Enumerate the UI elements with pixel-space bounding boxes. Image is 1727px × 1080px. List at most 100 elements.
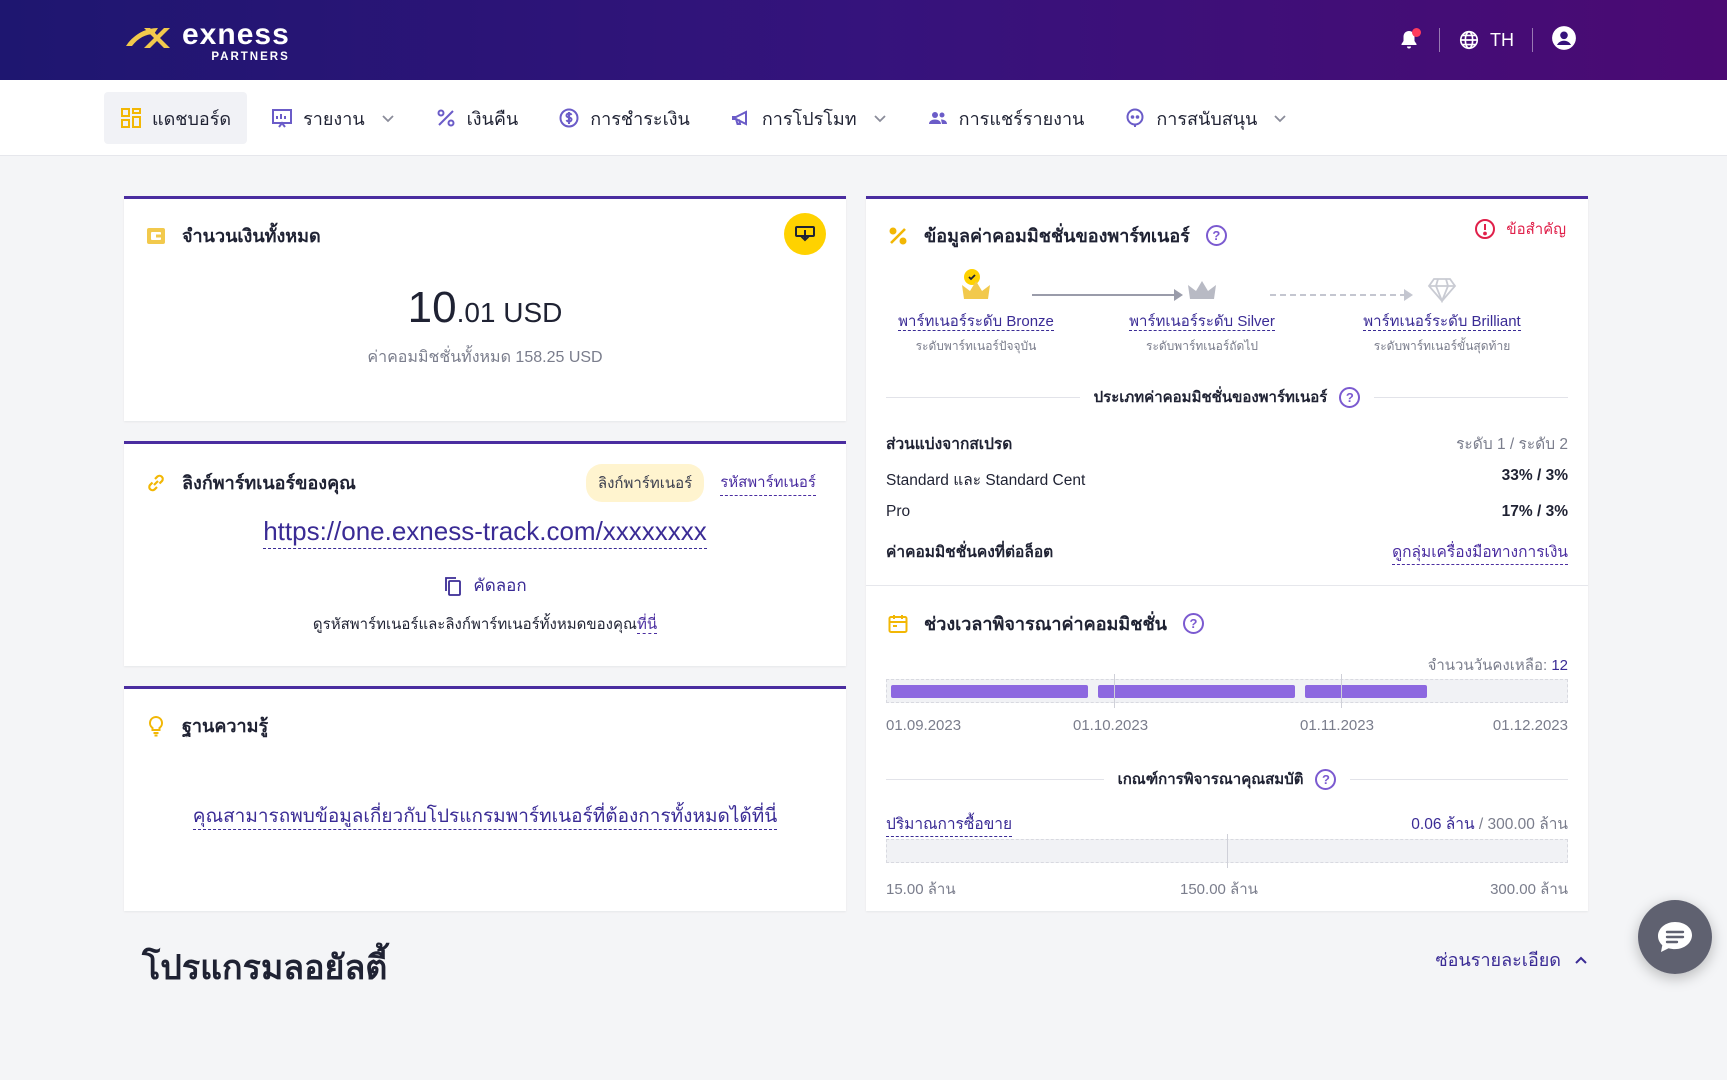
nav-label: เงินคืน	[466, 108, 519, 129]
users-icon	[927, 107, 949, 129]
nav-label: แดชบอร์ด	[152, 108, 232, 129]
tier-name[interactable]: พาร์ทเนอร์ระดับ Bronze	[898, 313, 1054, 331]
top-header: exness PARTNERS TH	[0, 0, 1727, 80]
partner-url[interactable]: https://one.exness-track.com/xxxxxxxx	[263, 516, 707, 549]
divider	[1439, 28, 1440, 52]
volume-current: 0.06 ล้าน	[1411, 816, 1475, 833]
commission-title: ข้อมูลค่าคอมมิชชั่นของพาร์ทเนอร์ ?	[886, 221, 1227, 250]
partner-link-note: ดูรหัสพาร์ทเนอร์และลิงก์พาร์ทเนอร์ทั้งหม…	[312, 616, 658, 634]
lightbulb-icon	[144, 714, 168, 738]
copy-button[interactable]: คัดลอก	[124, 572, 846, 599]
chevron-up-icon	[1575, 956, 1587, 964]
commission-row-standard: Standard และ Standard Cent 33% / 3%	[886, 467, 1568, 489]
user-icon	[1552, 25, 1576, 50]
period-segment	[1098, 685, 1295, 698]
trading-volume-link[interactable]: ปริมาณการซื้อขาย	[886, 811, 1013, 837]
language-selector[interactable]: TH	[1458, 29, 1514, 51]
instruments-link[interactable]: ดูกลุ่มเครื่องมือทางการเงิน	[1392, 539, 1568, 565]
period-tick	[1114, 674, 1115, 708]
exness-partners-logo[interactable]: exness PARTNERS	[124, 20, 290, 63]
diamond-icon	[1427, 278, 1457, 303]
knowledge-base-link[interactable]: คุณสามารถพบข้อมูลเกี่ยวกับโปรแกรมพาร์ทเน…	[192, 806, 778, 830]
important-notice[interactable]: ข้อสำคัญ	[1474, 217, 1566, 241]
period-date: 01.09.2023	[886, 717, 962, 734]
divider	[1532, 28, 1533, 52]
period-segment	[1305, 685, 1427, 698]
balance-amount: 10.01 USD	[124, 283, 846, 333]
notification-dot	[1412, 28, 1421, 37]
volume-progress-bar	[886, 834, 1568, 868]
commission-row-header: ส่วนแบ่งจากสเปรด ระดับ 1 / ระดับ 2	[886, 436, 1568, 453]
partner-link-card: ลิงก์พาร์ทเนอร์ของคุณ ลิงก์พาร์ทเนอร์ รห…	[124, 441, 846, 666]
loyalty-program-title: โปรแกรมลอยัลตี้	[142, 949, 388, 987]
nav-item-rebates[interactable]: เงินคืน	[419, 92, 535, 144]
copy-icon	[445, 576, 462, 596]
chevron-down-icon	[382, 115, 394, 123]
chat-button[interactable]	[1638, 900, 1712, 974]
alert-icon	[1475, 219, 1496, 239]
partner-link-title: ลิงก์พาร์ทเนอร์ของคุณ	[144, 468, 356, 497]
nav-item-dashboard[interactable]: แดชบอร์ด	[104, 92, 248, 144]
volume-tick-label: 15.00 ล้าน	[886, 881, 956, 898]
volume-tick-label: 300.00 ล้าน	[1490, 881, 1568, 898]
period-tick	[1341, 674, 1342, 708]
tier-sub: ระดับพาร์ทเนอร์ขั้นสุดท้าย	[1373, 339, 1511, 353]
tier-name[interactable]: พาร์ทเนอร์ระดับ Silver	[1129, 313, 1275, 331]
nav-item-reports[interactable]: รายงาน	[255, 92, 411, 144]
nav-label: การแชร์รายงาน	[958, 108, 1085, 129]
help-icon[interactable]: ?	[1315, 768, 1337, 790]
tier-silver: พาร์ทเนอร์ระดับ Silver ระดับพาร์ทเนอร์ถั…	[1092, 269, 1312, 356]
main-nav: แดชบอร์ด รายงาน เงินคืน การชำระเงิน การโ…	[0, 80, 1727, 156]
tier-name[interactable]: พาร์ทเนอร์ระดับ Brilliant	[1363, 313, 1521, 331]
chat-icon	[1658, 922, 1692, 952]
nav-label: การโปรโมท	[761, 108, 857, 129]
percent-icon	[435, 107, 457, 129]
support-icon	[1124, 107, 1146, 129]
percent-badge-icon	[886, 224, 910, 248]
tab-partner-code[interactable]: รหัสพาร์ทเนอร์	[720, 470, 816, 496]
nav-item-report-sharing[interactable]: การแชร์รายงาน	[911, 92, 1101, 144]
help-icon[interactable]: ?	[1205, 225, 1227, 246]
help-icon[interactable]: ?	[1339, 386, 1361, 408]
volume-tick-label: 150.00 ล้าน	[1180, 881, 1258, 898]
nav-item-promotion[interactable]: การโปรโมท	[714, 92, 903, 144]
notifications-button[interactable]	[1397, 28, 1421, 52]
crown-icon	[962, 281, 990, 299]
withdraw-button[interactable]	[784, 213, 826, 255]
commission-row-pro: Pro 17% / 3%	[886, 503, 1568, 520]
tier-brilliant: พาร์ทเนอร์ระดับ Brilliant ระดับพาร์ทเนอร…	[1332, 269, 1552, 356]
period-segment	[891, 685, 1088, 698]
nav-item-support[interactable]: การสนับสนุน	[1108, 92, 1303, 144]
balance-card: จำนวนเงินทั้งหมด 10.01 USD ค่าคอมมิชชั่น…	[124, 196, 846, 421]
account-button[interactable]	[1551, 25, 1577, 56]
knowledge-base-title: ฐานความรู้	[144, 711, 268, 740]
tab-partner-link[interactable]: ลิงก์พาร์ทเนอร์	[585, 464, 705, 502]
nav-label: การชำระเงิน	[590, 108, 690, 129]
chevron-down-icon	[1274, 115, 1286, 123]
nav-label: รายงาน	[303, 108, 365, 129]
help-icon[interactable]: ?	[1182, 613, 1204, 634]
hide-details-button[interactable]: ซ่อนรายละเอียด	[1435, 945, 1589, 974]
withdraw-icon	[795, 226, 815, 242]
total-commission: ค่าคอมมิชชั่นทั้งหมด 158.25 USD	[367, 349, 603, 366]
tier-sub: ระดับพาร์ทเนอร์ปัจจุบัน	[915, 339, 1037, 353]
nav-item-payments[interactable]: การชำระเงิน	[542, 92, 706, 144]
brand-sub: PARTNERS	[211, 51, 290, 63]
megaphone-icon	[730, 107, 752, 129]
language-label: TH	[1490, 29, 1514, 50]
section-divider	[866, 585, 1588, 586]
tier-progression: พาร์ทเนอร์ระดับ Bronze ระดับพาร์ทเนอร์ปั…	[866, 269, 1588, 353]
exness-logo-icon	[126, 28, 170, 48]
commission-types-heading: ประเภทค่าคอมมิชชั่นของพาร์ทเนอร์?	[886, 385, 1568, 409]
period-title: ช่วงเวลาพิจารณาค่าคอมมิชชั่น ?	[886, 609, 1204, 638]
period-date: 01.12.2023	[1492, 717, 1568, 734]
knowledge-base-card: ฐานความรู้ คุณสามารถพบข้อมูลเกี่ยวกับโปร…	[124, 686, 846, 911]
globe-icon	[1459, 30, 1479, 50]
period-date: 01.11.2023	[1300, 717, 1374, 734]
calendar-icon	[886, 612, 910, 636]
chevron-down-icon	[874, 115, 886, 123]
tier-bronze: พาร์ทเนอร์ระดับ Bronze ระดับพาร์ทเนอร์ปั…	[866, 269, 1086, 356]
balance-integer: 10	[407, 283, 457, 332]
days-left: จำนวนวันคงเหลือ: 12	[1427, 657, 1568, 674]
here-link[interactable]: ที่นี่	[636, 616, 658, 634]
